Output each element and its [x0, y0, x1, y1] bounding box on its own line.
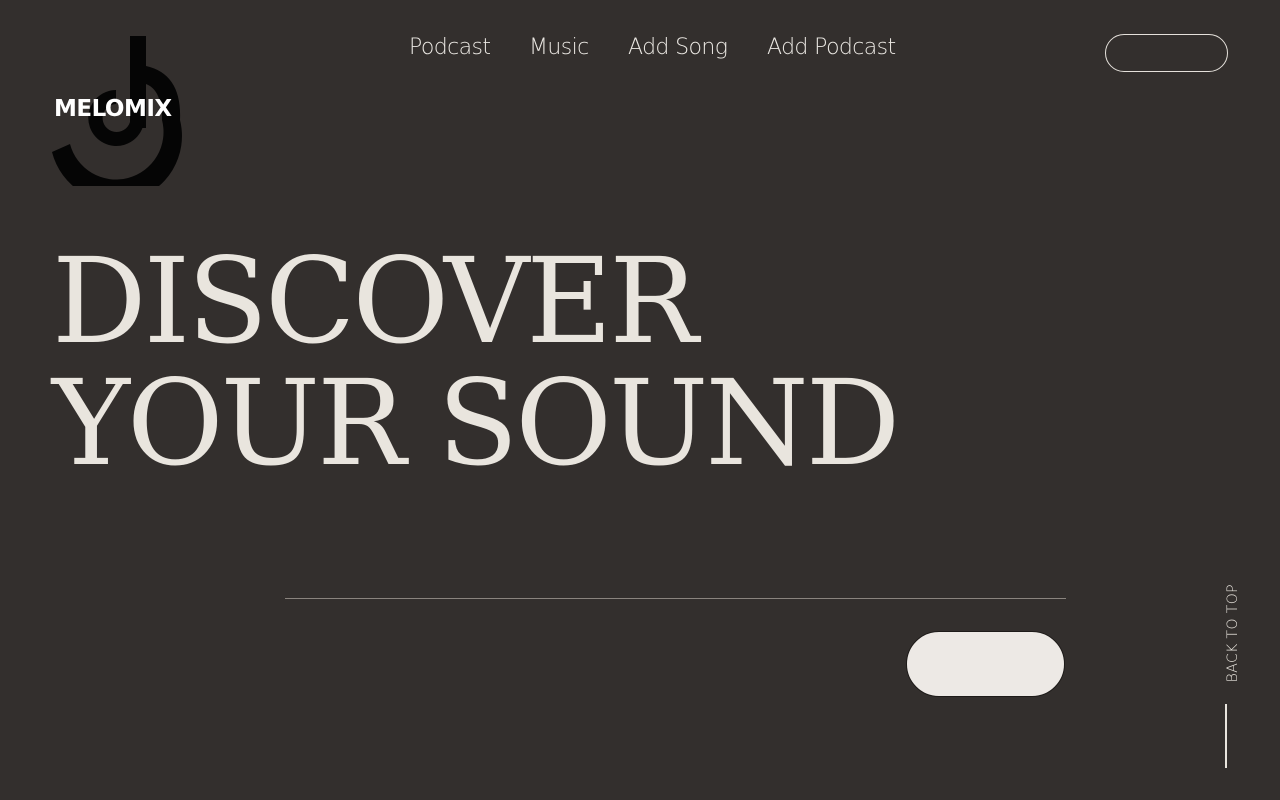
brand-name: MELOMIX: [54, 96, 172, 122]
cta-button[interactable]: [906, 631, 1065, 697]
nav-music[interactable]: Music: [529, 30, 589, 66]
hero-line-1: DISCOVER: [52, 232, 698, 370]
main-nav: Podcast Music Add Song Add Podcast: [0, 30, 1280, 68]
nav-add-song[interactable]: Add Song: [628, 30, 728, 66]
nav-add-podcast[interactable]: Add Podcast: [767, 30, 896, 66]
hero-heading: DISCOVER YOUR SOUND: [52, 232, 900, 492]
header-action-button[interactable]: [1105, 34, 1228, 72]
back-to-top-line: [1225, 704, 1227, 768]
hero-divider: [285, 598, 1066, 599]
back-to-top-label: BACK TO TOP: [1225, 584, 1241, 683]
hero-line-2: YOUR SOUND: [52, 354, 900, 492]
nav-podcast[interactable]: Podcast: [409, 30, 491, 66]
landing-page: MELOMIX Podcast Music Add Song Add Podca…: [0, 0, 1280, 800]
back-to-top-link[interactable]: BACK TO TOP: [1208, 580, 1242, 770]
